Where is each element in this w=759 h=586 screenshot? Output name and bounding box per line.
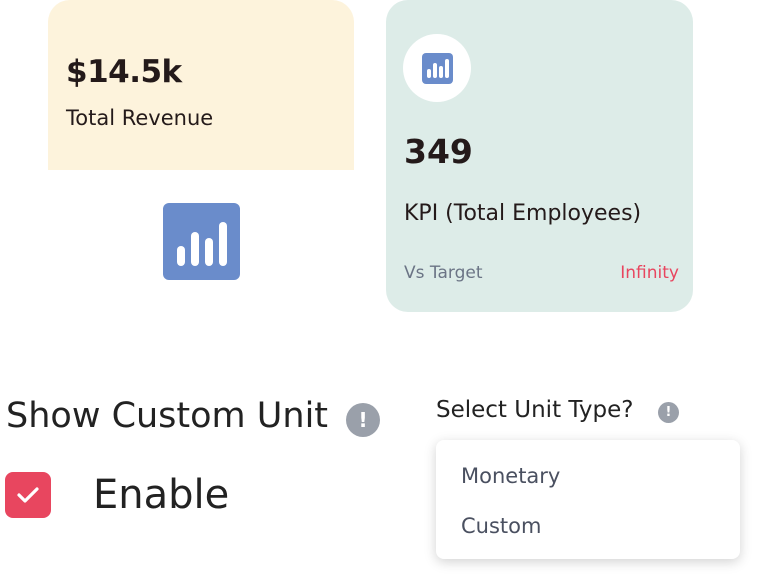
- dashboard-widget-page: $14.5k Total Revenue 349 KPI (Total Empl…: [0, 0, 759, 586]
- unit-type-title: Select Unit Type?: [436, 397, 634, 423]
- checkmark-icon: [17, 487, 39, 503]
- enable-checkbox[interactable]: [5, 472, 51, 518]
- revenue-label: Total Revenue: [66, 106, 214, 130]
- custom-unit-title: Show Custom Unit: [6, 396, 329, 436]
- bar-chart-icon: [422, 53, 453, 84]
- unit-type-dropdown-menu: Monetary Custom: [436, 440, 740, 559]
- option-custom[interactable]: Custom: [461, 514, 541, 538]
- bar-chart-icon: [163, 203, 240, 280]
- info-icon[interactable]: !: [346, 403, 380, 437]
- revenue-value: $14.5k: [66, 54, 182, 90]
- info-icon[interactable]: !: [658, 402, 679, 423]
- kpi-value: 349: [404, 132, 473, 171]
- revenue-card: $14.5k Total Revenue: [48, 0, 354, 170]
- kpi-comparison-label: Vs Target: [404, 263, 483, 283]
- option-monetary[interactable]: Monetary: [461, 464, 560, 488]
- kpi-icon-circle: [403, 34, 471, 102]
- kpi-comparison-value: Infinity: [620, 263, 679, 283]
- kpi-card: 349 KPI (Total Employees) Vs Target Infi…: [386, 0, 693, 312]
- kpi-label: KPI (Total Employees): [404, 201, 642, 226]
- enable-label[interactable]: Enable: [93, 472, 229, 518]
